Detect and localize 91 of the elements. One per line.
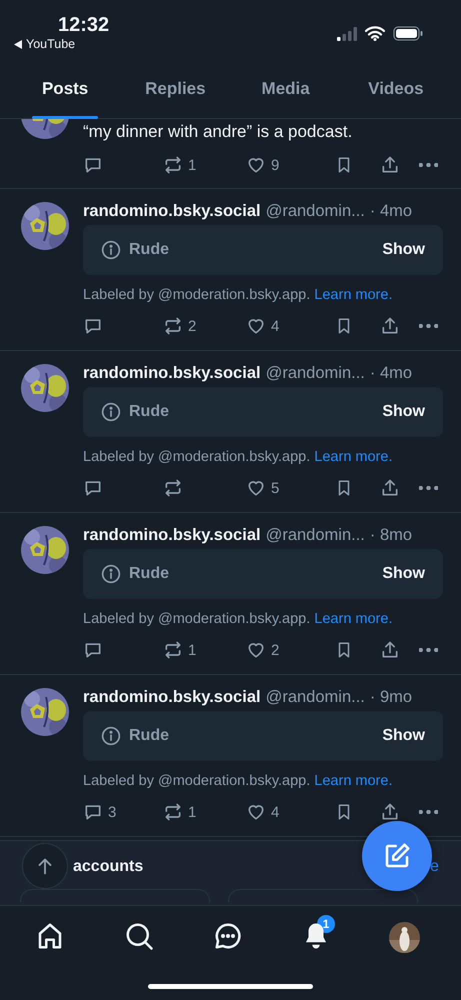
like-button[interactable]: 4 — [246, 802, 280, 822]
share-icon — [380, 155, 400, 175]
learn-more-link[interactable]: Learn more. — [314, 611, 392, 627]
repost-icon — [163, 640, 183, 660]
show-button[interactable]: Show — [382, 727, 425, 745]
author-handle[interactable]: @randomin... — [266, 525, 365, 545]
show-button[interactable]: Show — [382, 565, 425, 583]
like-button[interactable]: 2 — [246, 640, 280, 660]
info-icon — [101, 726, 121, 746]
more-button[interactable] — [419, 324, 438, 328]
heart-icon — [246, 802, 266, 822]
share-button[interactable] — [380, 155, 400, 175]
more-icon — [419, 486, 438, 490]
share-button[interactable] — [380, 802, 400, 822]
back-triangle-icon — [14, 40, 22, 48]
wifi-icon — [365, 26, 385, 41]
info-icon — [101, 402, 121, 422]
learn-more-link[interactable]: Learn more. — [314, 287, 392, 303]
author-handle[interactable]: @randomin... — [266, 201, 365, 221]
warning-label: Rude — [129, 727, 170, 745]
share-button[interactable] — [380, 478, 400, 498]
post-time: · 4mo — [370, 363, 412, 383]
author-handle[interactable]: @randomin... — [266, 363, 365, 383]
share-icon — [380, 478, 400, 498]
back-app-link[interactable]: YouTube — [26, 37, 76, 51]
profile-tab[interactable]: Media — [230, 60, 341, 118]
repost-button[interactable]: 1 — [163, 155, 196, 175]
like-button[interactable]: 9 — [246, 155, 280, 175]
chat-button[interactable] — [213, 921, 243, 951]
post-time: · 9mo — [370, 687, 412, 707]
repost-button[interactable]: 1 — [163, 802, 196, 822]
share-button[interactable] — [380, 640, 400, 660]
repost-icon — [163, 155, 183, 175]
heart-icon — [246, 316, 266, 336]
repost-icon — [163, 316, 183, 336]
repost-button[interactable]: 2 — [163, 316, 196, 336]
profile-tab[interactable]: Replies — [120, 60, 230, 118]
more-icon — [419, 324, 438, 328]
warning-label: Rude — [129, 565, 170, 583]
share-icon — [380, 640, 400, 660]
reply-button[interactable]: 3 — [83, 802, 116, 822]
repost-button[interactable] — [163, 478, 183, 498]
author-name[interactable]: randomino.bsky.social — [83, 687, 261, 707]
more-icon — [419, 810, 438, 814]
info-icon — [101, 564, 121, 584]
signal-icon — [337, 26, 357, 40]
learn-more-link[interactable]: Learn more. — [314, 449, 392, 465]
author-name[interactable]: randomino.bsky.social — [83, 363, 261, 383]
warning-label: Rude — [129, 241, 170, 259]
see-more-link[interactable]: e — [430, 858, 439, 876]
heart-icon — [246, 478, 266, 498]
heart-icon — [246, 640, 266, 660]
chat-icon — [213, 921, 243, 951]
post-text: “my dinner with andre” is a podcast. — [83, 122, 354, 142]
repost-icon — [163, 478, 183, 498]
more-button[interactable] — [419, 163, 438, 167]
labeled-by-text: Labeled by @moderation.bsky.app. — [83, 449, 310, 465]
repost-button[interactable]: 1 — [163, 640, 196, 660]
show-button[interactable]: Show — [382, 241, 425, 259]
author-name[interactable]: randomino.bsky.social — [83, 525, 261, 545]
more-icon — [419, 648, 438, 652]
like-button[interactable]: 4 — [246, 316, 280, 336]
warning-label: Rude — [129, 403, 170, 421]
share-button[interactable] — [380, 316, 400, 336]
search-icon — [124, 921, 154, 951]
post-time: · 4mo — [370, 201, 412, 221]
share-icon — [380, 316, 400, 336]
learn-more-link[interactable]: Learn more. — [314, 773, 392, 789]
post-time: · 8mo — [370, 525, 412, 545]
battery-icon — [393, 26, 423, 41]
author-handle[interactable]: @randomin... — [266, 687, 365, 707]
profile-tab[interactable]: Videos — [340, 60, 451, 118]
author-name[interactable]: randomino.bsky.social — [83, 201, 261, 221]
labeled-by-text: Labeled by @moderation.bsky.app. — [83, 773, 310, 789]
info-icon — [101, 240, 121, 260]
show-button[interactable]: Show — [382, 403, 425, 421]
notifications-button[interactable]: 1 — [301, 913, 337, 951]
search-button[interactable] — [124, 921, 154, 951]
like-button[interactable]: 5 — [246, 478, 280, 498]
section-title: accounts — [73, 858, 144, 876]
more-button[interactable] — [419, 486, 438, 490]
labeled-by-text: Labeled by @moderation.bsky.app. — [83, 287, 310, 303]
heart-icon — [246, 155, 266, 175]
status-time: 12:32 — [58, 14, 110, 37]
more-button[interactable] — [419, 648, 438, 652]
repost-icon — [163, 802, 183, 822]
more-icon — [419, 163, 438, 167]
labeled-by-text: Labeled by @moderation.bsky.app. — [83, 611, 310, 627]
profile-tab[interactable]: Posts — [10, 60, 120, 118]
more-button[interactable] — [419, 810, 438, 814]
share-icon — [380, 802, 400, 822]
